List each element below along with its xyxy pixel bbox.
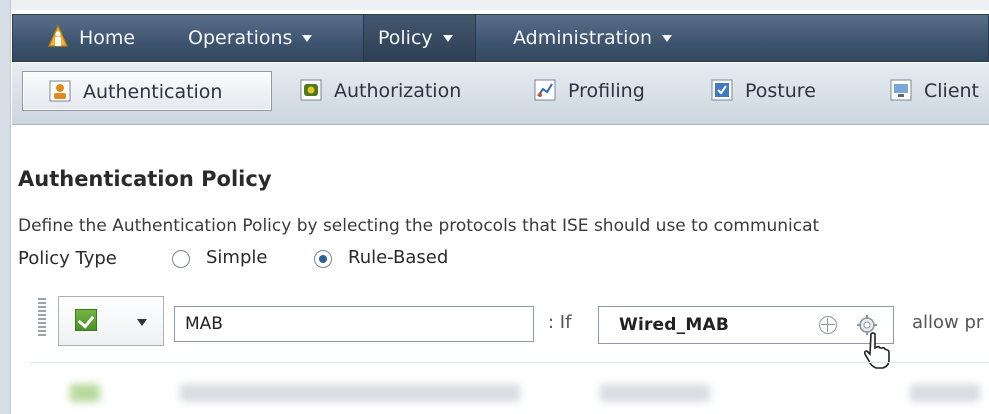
nav-administration-label: Administration	[513, 27, 653, 49]
rule-status-dropdown[interactable]	[58, 296, 164, 346]
tab-profiling[interactable]: Profiling	[534, 71, 645, 111]
hand-cursor-icon	[863, 332, 890, 369]
blurred-rule-row	[30, 372, 989, 414]
row-separator	[30, 362, 989, 363]
window-left-border	[0, 0, 11, 414]
tab-posture-label: Posture	[745, 80, 816, 102]
chevron-down-icon	[137, 319, 147, 326]
nav-administration[interactable]: Administration	[513, 15, 673, 61]
profiling-icon	[534, 79, 556, 100]
allow-protocols-text: allow pr	[912, 312, 984, 333]
posture-icon	[711, 79, 733, 100]
tab-authentication-label: Authentication	[83, 81, 223, 103]
chevron-down-icon	[662, 35, 673, 42]
nav-policy[interactable]: Policy	[363, 15, 476, 61]
nav-policy-label: Policy	[378, 27, 433, 49]
page-description: Define the Authentication Policy by sele…	[18, 216, 820, 236]
if-label: : If	[548, 312, 572, 333]
tab-authorization[interactable]: Authorization	[300, 71, 461, 111]
add-condition-icon[interactable]	[819, 316, 837, 334]
chevron-down-icon	[442, 35, 453, 42]
drag-handle[interactable]	[38, 298, 46, 338]
tab-authentication[interactable]: Authentication	[22, 71, 272, 111]
tab-authorization-label: Authorization	[334, 80, 462, 102]
tab-profiling-label: Profiling	[568, 80, 645, 102]
condition-field[interactable]: Wired_MAB	[598, 306, 894, 344]
chevron-down-icon	[302, 35, 313, 42]
condition-value: Wired_MAB	[619, 315, 729, 335]
authorization-icon	[300, 79, 322, 100]
tab-client-provisioning[interactable]: Client	[890, 71, 979, 111]
nav-operations-label: Operations	[188, 27, 293, 49]
page-title: Authentication Policy	[18, 167, 272, 191]
rule-name-input[interactable]	[174, 306, 534, 342]
window-top-border	[0, 0, 989, 10]
nav-home[interactable]: Home	[47, 15, 135, 61]
check-icon	[75, 309, 97, 331]
radio-rule-based-label[interactable]: Rule-Based	[348, 247, 448, 268]
authentication-icon	[49, 80, 71, 101]
tab-posture[interactable]: Posture	[711, 71, 816, 111]
policy-type-label: Policy Type	[18, 248, 117, 269]
top-navigation-bar: Home Operations Policy Administration	[12, 14, 989, 62]
policy-subnav: Authentication Authorization Profiling P…	[12, 63, 989, 125]
client-provisioning-icon	[890, 79, 912, 100]
radio-rule-based[interactable]	[314, 250, 332, 268]
nav-home-label: Home	[79, 27, 136, 49]
nav-operations[interactable]: Operations	[188, 15, 313, 61]
radio-simple-label[interactable]: Simple	[206, 247, 267, 268]
home-icon	[48, 24, 68, 47]
tab-client-provisioning-label: Client	[924, 80, 980, 102]
radio-simple[interactable]	[172, 250, 190, 268]
